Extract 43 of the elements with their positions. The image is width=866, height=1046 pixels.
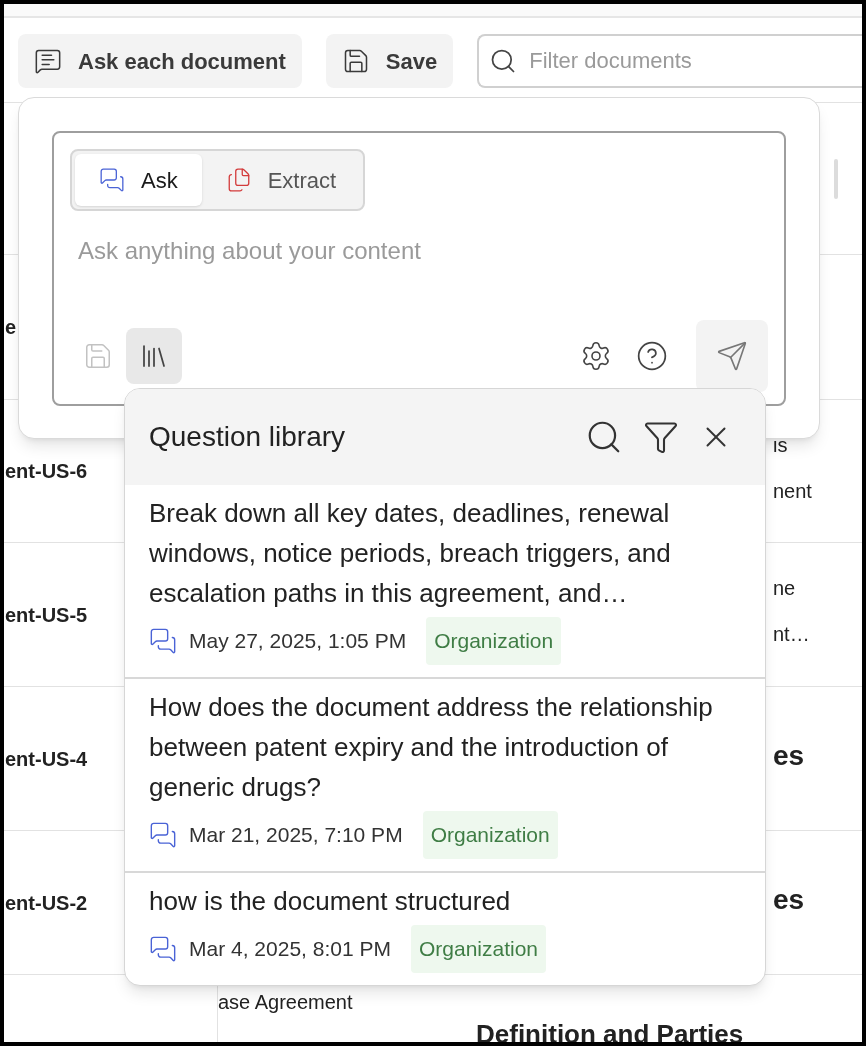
chat-bubbles-icon — [99, 167, 125, 193]
question-text: Break down all key dates, deadlines, renewal windows, notice periods, breach triggers, and escalation paths in this agreement, and… — [149, 497, 672, 610]
document-name: e — [5, 315, 17, 340]
summary-text: ne — [773, 576, 797, 601]
chat-bubbles-icon — [149, 627, 177, 655]
settings-icon[interactable] — [580, 340, 612, 372]
help-icon[interactable] — [636, 340, 668, 372]
section-heading: es — [773, 739, 805, 773]
document-type: ase Agreement — [218, 990, 353, 1015]
library-question[interactable]: how is the document structured Mar 4, 2025, 8:01 PM Organization — [125, 871, 765, 985]
scope-tag: Organization — [410, 925, 547, 973]
chat-bubbles-icon — [149, 821, 177, 849]
summary-text: is — [773, 433, 789, 458]
question-library-button[interactable] — [126, 328, 182, 384]
mode-tab[interactable]: Ask — [75, 154, 202, 206]
scope-tag: Organization — [426, 617, 562, 665]
section-heading: es — [773, 883, 805, 917]
question-input[interactable]: Ask anything about your content — [70, 233, 768, 269]
summary-text: nent — [773, 479, 812, 504]
paper-plane-icon — [716, 340, 748, 372]
send-button[interactable] — [696, 320, 768, 392]
document-name: ent-US-5 — [5, 602, 88, 628]
chat-bubbles-icon — [149, 935, 177, 963]
document-name: ent-US-6 — [5, 459, 88, 484]
question-date: Mar 21, 2025, 7:10 PM — [189, 822, 403, 849]
library-question[interactable]: Break down all key dates, deadlines, renewal windows, notice periods, breach triggers, and escalation paths in this agreement, and… May 27, 2025, 1:05 PM Organization — [125, 485, 765, 677]
ask-each-document-button[interactable]: Ask each document — [18, 34, 302, 88]
mode-tab[interactable]: Extract — [201, 154, 361, 206]
save-button[interactable]: Save — [325, 34, 454, 88]
document-name: ent-US-2 — [5, 890, 88, 916]
summary-text: nt… — [773, 622, 810, 647]
library-question[interactable]: How does the document address the relationship between patent expiry and the introduction of generic drugs? Mar 21, 2025, 7:10 PM Organization — [125, 677, 765, 871]
document-name: ent-US-4 — [5, 746, 88, 772]
scrollbar — [834, 159, 838, 199]
question-text: How does the document address the relationship between patent expiry and the introduction of generic drugs? — [149, 691, 714, 804]
message-icon — [34, 47, 62, 75]
scope-tag: Organization — [422, 811, 558, 859]
popover-title: Question library — [149, 420, 347, 454]
question-text: how is the document structured — [149, 885, 512, 918]
filter-documents-field[interactable]: Filter documents — [477, 34, 862, 88]
question-date: May 27, 2025, 1:05 PM — [189, 628, 407, 655]
question-date: Mar 4, 2025, 8:01 PM — [189, 936, 391, 963]
filter-icon[interactable] — [643, 419, 679, 455]
